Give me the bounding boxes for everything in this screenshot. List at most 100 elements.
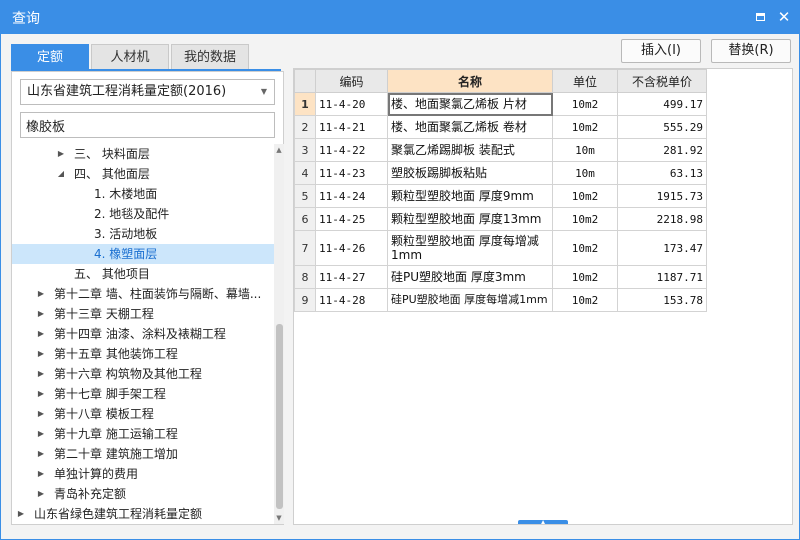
tree-item-selected[interactable]: 4. 橡塑面层	[12, 244, 274, 264]
tree-item[interactable]: 3. 活动地板	[12, 224, 274, 244]
cell-code[interactable]: 11-4-27	[315, 265, 388, 289]
cell-name[interactable]: 硅PU塑胶地面 厚度3mm	[387, 265, 553, 289]
cell-unit[interactable]: 10m2	[552, 92, 618, 116]
cell-name[interactable]: 楼、地面聚氯乙烯板 卷材	[387, 115, 553, 139]
tree-item[interactable]: ▶ 第十八章 模板工程	[12, 404, 274, 424]
cell-name[interactable]: 硅PU塑胶地面 厚度每增减1mm	[387, 288, 553, 312]
expand-icon[interactable]: ▶	[36, 384, 46, 404]
scroll-down-icon[interactable]: ▼	[274, 512, 284, 524]
cell-unit[interactable]: 10m2	[552, 184, 618, 208]
cell-code[interactable]: 11-4-21	[315, 115, 388, 139]
tree-item[interactable]: 1. 木楼地面	[12, 184, 274, 204]
column-header-name[interactable]: 名称	[387, 69, 553, 93]
cell-price[interactable]: 63.13	[617, 161, 707, 185]
collapse-icon[interactable]: ◢	[56, 164, 66, 184]
cell-name[interactable]: 颗粒型塑胶地面 厚度每增减1mm	[387, 230, 553, 266]
cell-unit[interactable]: 10m	[552, 138, 618, 162]
cell-name[interactable]: 颗粒型塑胶地面 厚度13mm	[387, 207, 553, 231]
cell-code[interactable]: 11-4-23	[315, 161, 388, 185]
cell-unit[interactable]: 10m2	[552, 115, 618, 139]
tab-labor-material-machine[interactable]: 人材机	[91, 44, 169, 70]
maximize-icon[interactable]	[752, 9, 768, 25]
tab-my-data[interactable]: 我的数据	[171, 44, 249, 70]
tree-item[interactable]: ▶ 第二十章 建筑施工增加	[12, 444, 274, 464]
cell-name[interactable]: 聚氯乙烯踢脚板 装配式	[387, 138, 553, 162]
tree-item[interactable]: ▶ 第十九章 施工运输工程	[12, 424, 274, 444]
tree-item[interactable]: ◢ 四、 其他面层	[12, 164, 274, 184]
cell-price[interactable]: 281.92	[617, 138, 707, 162]
table-row[interactable]: 2 11-4-21 楼、地面聚氯乙烯板 卷材 10m2 555.29	[294, 115, 707, 139]
cell-code[interactable]: 11-4-26	[315, 230, 388, 266]
tree-item[interactable]: ▶ 三、 块料面层	[12, 144, 274, 164]
tree-item[interactable]: ▶ 山东省绿色建筑工程消耗量定额	[12, 504, 274, 524]
cell-price[interactable]: 1187.71	[617, 265, 707, 289]
close-icon[interactable]: ✕	[776, 9, 792, 25]
table-row[interactable]: 5 11-4-24 颗粒型塑胶地面 厚度9mm 10m2 1915.73	[294, 184, 707, 208]
expand-icon[interactable]: ▶	[56, 144, 66, 164]
tree-item[interactable]: ▶ 青岛补充定额	[12, 484, 274, 504]
table-row[interactable]: 6 11-4-25 颗粒型塑胶地面 厚度13mm 10m2 2218.98	[294, 207, 707, 231]
table-row[interactable]: 4 11-4-23 塑胶板踢脚板粘贴 10m 63.13	[294, 161, 707, 185]
tree-item[interactable]: 2. 地毯及配件	[12, 204, 274, 224]
chapter-tree: ▶ 三、 块料面层 ◢ 四、 其他面层 1. 木楼地面 2. 地毯及配件 3. …	[12, 144, 274, 524]
cell-unit[interactable]: 10m2	[552, 288, 618, 312]
row-number: 9	[294, 288, 316, 312]
cell-price[interactable]: 555.29	[617, 115, 707, 139]
table-row[interactable]: 1 11-4-20 楼、地面聚氯乙烯板 片材 10m2 499.17	[294, 92, 707, 116]
tree-item[interactable]: ▶ 第十六章 构筑物及其他工程	[12, 364, 274, 384]
expand-icon[interactable]: ▶	[36, 324, 46, 344]
replace-button[interactable]: 替换(R)	[711, 39, 791, 63]
panel-expand-handle[interactable]: ▲	[518, 520, 568, 524]
insert-button[interactable]: 插入(I)	[621, 39, 701, 63]
tree-item[interactable]: ▶ 第十三章 天棚工程	[12, 304, 274, 324]
cell-price[interactable]: 2218.98	[617, 207, 707, 231]
cell-unit[interactable]: 10m2	[552, 207, 618, 231]
tree-item[interactable]: 五、 其他项目	[12, 264, 274, 284]
expand-icon[interactable]: ▶	[36, 424, 46, 444]
tree-item[interactable]: ▶ 第十七章 脚手架工程	[12, 384, 274, 404]
expand-icon[interactable]: ▶	[36, 364, 46, 384]
table-row[interactable]: 7 11-4-26 颗粒型塑胶地面 厚度每增减1mm 10m2 173.47	[294, 230, 707, 266]
expand-icon[interactable]: ▶	[36, 404, 46, 424]
expand-icon[interactable]: ▶	[36, 464, 46, 484]
table-row[interactable]: 8 11-4-27 硅PU塑胶地面 厚度3mm 10m2 1187.71	[294, 265, 707, 289]
cell-unit[interactable]: 10m	[552, 161, 618, 185]
cell-name[interactable]: 颗粒型塑胶地面 厚度9mm	[387, 184, 553, 208]
expand-icon[interactable]: ▶	[16, 504, 26, 524]
column-header-unit[interactable]: 单位	[552, 69, 618, 93]
tree-item[interactable]: ▶ 第十五章 其他装饰工程	[12, 344, 274, 364]
tab-quota[interactable]: 定额	[11, 44, 89, 70]
tree-scrollbar[interactable]: ▲ ▼	[274, 144, 284, 524]
tree-item[interactable]: ▶ 第十二章 墙、柱面装饰与隔断、幕墙...	[12, 284, 274, 304]
table-row[interactable]: 9 11-4-28 硅PU塑胶地面 厚度每增减1mm 10m2 153.78	[294, 288, 707, 312]
expand-icon[interactable]: ▶	[36, 304, 46, 324]
column-header-code[interactable]: 编码	[315, 69, 388, 93]
search-input[interactable]	[20, 112, 275, 138]
row-number: 1	[294, 92, 316, 116]
scrollbar-thumb[interactable]	[276, 324, 283, 509]
quota-library-select[interactable]: 山东省建筑工程消耗量定额(2016) ▼	[20, 79, 275, 105]
cell-unit[interactable]: 10m2	[552, 230, 618, 266]
cell-code[interactable]: 11-4-25	[315, 207, 388, 231]
window-titlebar: 查询 ✕	[0, 0, 800, 34]
cell-unit[interactable]: 10m2	[552, 265, 618, 289]
cell-price[interactable]: 153.78	[617, 288, 707, 312]
cell-name[interactable]: 楼、地面聚氯乙烯板 片材	[387, 92, 553, 116]
tree-item[interactable]: ▶ 第十四章 油漆、涂料及裱糊工程	[12, 324, 274, 344]
cell-price[interactable]: 499.17	[617, 92, 707, 116]
table-row[interactable]: 3 11-4-22 聚氯乙烯踢脚板 装配式 10m 281.92	[294, 138, 707, 162]
expand-icon[interactable]: ▶	[36, 444, 46, 464]
scroll-up-icon[interactable]: ▲	[274, 144, 284, 156]
tree-item[interactable]: ▶ 单独计算的费用	[12, 464, 274, 484]
expand-icon[interactable]: ▶	[36, 484, 46, 504]
expand-icon[interactable]: ▶	[36, 284, 46, 304]
cell-code[interactable]: 11-4-22	[315, 138, 388, 162]
expand-icon[interactable]: ▶	[36, 344, 46, 364]
cell-price[interactable]: 1915.73	[617, 184, 707, 208]
cell-name[interactable]: 塑胶板踢脚板粘贴	[387, 161, 553, 185]
column-header-price[interactable]: 不含税单价	[617, 69, 707, 93]
cell-price[interactable]: 173.47	[617, 230, 707, 266]
cell-code[interactable]: 11-4-20	[315, 92, 388, 116]
cell-code[interactable]: 11-4-28	[315, 288, 388, 312]
cell-code[interactable]: 11-4-24	[315, 184, 388, 208]
